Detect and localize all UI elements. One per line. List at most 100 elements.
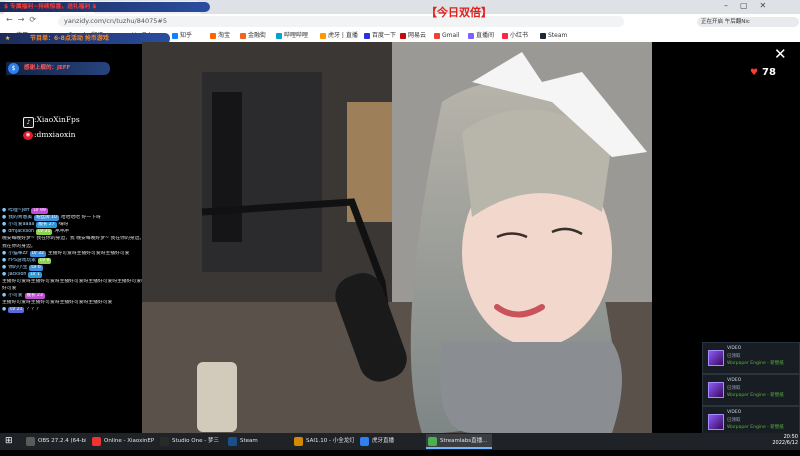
bookmark-label: Steam (548, 32, 568, 39)
chat-badge: LV 8 (38, 257, 52, 264)
user-avatar-icon: ● (2, 257, 7, 263)
dollar-icon: $ (8, 63, 19, 74)
taskbar-app-icon (26, 437, 35, 446)
bookmark-label: Gmail (442, 32, 460, 39)
bookmark-favicon-icon (172, 32, 178, 39)
taskbar-app-icon (92, 437, 101, 446)
chat-text: 主播好可爱呀主播好可爱呀主播好可爱呀主播好可爱 (2, 300, 113, 306)
notification-line2: 已领取 (727, 354, 741, 359)
bookmark-favicon-icon (502, 32, 508, 39)
promo-text: 【今日双倍】 (426, 6, 492, 19)
bookmark-label: 虎牙 | 直播 (328, 32, 358, 39)
bookmark-label: 知乎 (180, 32, 193, 39)
chat-message: 晚安每晚好梦~ 我在你的身边，我 晚安每晚好梦~ 我在你的身边。 (2, 236, 142, 242)
tiktok-handle: :XiaoXinFps (34, 115, 80, 124)
windows-start-icon[interactable]: ⊞ (5, 436, 13, 446)
taskbar-item-label: SAI1.10 - 小全龙灯... (306, 438, 354, 444)
chat-message: ● 我的青春美 粉丝牌 10 哈哈哈哈 好一下呀 (2, 215, 142, 222)
steam-notification[interactable]: VIDEO 已领取 Warpaper Engine - 新壁纸 (702, 374, 800, 406)
bookmark-11[interactable]: 直播间 (468, 31, 494, 41)
bookmark-3[interactable]: 知乎 (172, 31, 192, 41)
profile-chip[interactable]: 正在开启 午后翻Nic (697, 17, 799, 27)
window-controls[interactable]: –▢✕ (724, 1, 778, 10)
bookmark-label: 哔哩哔哩 (284, 32, 309, 39)
banner-thanks-text: 感谢上舰的：JEFF (24, 65, 71, 71)
bookmark-12[interactable]: 小红书 (502, 31, 528, 41)
steam-notification[interactable]: VIDEO 已领取 Warpaper Engine - 新壁纸 (702, 342, 800, 374)
user-avatar-icon: ● (2, 293, 7, 299)
taskbar-item-label: Steam (240, 438, 258, 444)
notification-avatar-icon (708, 350, 724, 366)
bookmark-favicon-icon (210, 32, 216, 39)
chat-message: ● 小猫咪zz LV 32 主播好可爱呀主播好可爱呀主播好可爱 (2, 250, 142, 257)
address-bar[interactable]: yanzidy.com/cn/tuzhu/84075#5 (58, 16, 624, 27)
clock[interactable]: 20:50 2022/6/12 (772, 434, 798, 446)
chat-message: ● 小可爱aaaa 舰长 27 嗨呀 (2, 222, 142, 229)
chat-username[interactable]: Jackson (8, 272, 26, 277)
bookmark-7[interactable]: 虎牙 | 直播 (320, 31, 358, 41)
chat-message: ● 小可爱 舰长 23 (2, 293, 142, 300)
chat-username[interactable]: 小可爱 (8, 293, 22, 298)
chat-username[interactable]: dmjackson (8, 229, 34, 234)
bookmark-4[interactable]: 淘宝 (210, 31, 230, 41)
bookmark-favicon-icon (240, 32, 246, 39)
taskbar-item[interactable]: 虎牙直播 (358, 434, 420, 449)
bookmark-6[interactable]: 哔哩哔哩 (276, 31, 308, 41)
banner-welfare-text: $ 专属福利~持续惊喜，送礼福利 $ (4, 4, 97, 10)
heart-count: 78 (762, 67, 776, 78)
banner-thanks: $ 感谢上舰的：JEFF (6, 62, 110, 75)
chat-badge: 粉丝牌 10 (34, 215, 59, 222)
notification-title: VIDEO (727, 346, 742, 351)
taskbar-item[interactable]: OBS 27.2.4 (64-bit) (24, 434, 86, 449)
chat-text: 主播好可爱呀主播好可爱呀主播好可爱 (47, 250, 130, 256)
stream-video (142, 42, 652, 433)
chat-badge: 舰长 27 (36, 222, 57, 229)
chat-badge: LV 21 (36, 229, 53, 236)
user-avatar-icon: ● (2, 250, 7, 256)
chat-username[interactable]: 我的青春美 (8, 215, 32, 220)
user-avatar-icon: ● (2, 208, 7, 213)
chat-text: 嗨呀 (58, 222, 69, 228)
taskbar-item[interactable]: Streamlabs直播... (426, 434, 492, 449)
close-icon[interactable]: ✕ (774, 45, 787, 63)
bookmark-9[interactable]: 网易云 (400, 31, 426, 41)
taskbar-item[interactable]: SAI1.10 - 小全龙灯... (292, 434, 354, 449)
notification-line3: Warpaper Engine - 新壁纸 (727, 361, 784, 366)
bookmark-label: 直播间 (476, 32, 495, 39)
chat-username[interactable]: FPS游戏玩家 (8, 258, 36, 263)
user-avatar-icon: ● (2, 222, 7, 228)
chat-text: 好可爱 (2, 286, 17, 292)
stream-frame (142, 42, 652, 433)
chat-username[interactable]: 小可爱aaaa (8, 222, 34, 227)
bookmark-label: 百度一下 (372, 32, 397, 39)
bookmark-favicon-icon (320, 32, 326, 39)
taskbar-item[interactable]: Online - XiaoxinEPS (90, 434, 154, 449)
bookmark-8[interactable]: 百度一下 (364, 31, 396, 41)
nav-buttons[interactable]: ←→⟳ (6, 15, 41, 24)
chat-username[interactable]: 你的小宝 (8, 265, 27, 270)
chat-text: 主播好可爱呀主播好可爱呀主播好可爱呀主播好可爱呀主播好可爱呀主播 (2, 279, 142, 284)
chat-badge: LV 99 (31, 208, 48, 214)
chat-message: 主播好可爱呀主播好可爱呀主播好可爱呀主播好可爱呀主播好可爱呀主播 (2, 279, 142, 285)
taskbar-app-icon (294, 437, 303, 446)
notification-title: VIDEO (727, 410, 742, 415)
taskbar-item[interactable]: Studio One - 梦三 (158, 434, 222, 449)
chat-badge: LV 1 (28, 271, 42, 278)
chat-username[interactable]: 哔哩~Jeff (8, 208, 29, 213)
chat-message: ● dmjackson LV 21 冲冲冲 (2, 229, 142, 236)
taskbar-item[interactable]: Steam (226, 434, 288, 449)
bookmark-13[interactable]: Steam (540, 31, 567, 41)
chat-message: 好可爱 (2, 286, 142, 292)
bookmark-label: 小红书 (510, 32, 529, 39)
chat-message: 主播好可爱呀主播好可爱呀主播好可爱呀主播好可爱 (2, 300, 142, 306)
chat-text: 哈哈哈哈 好一下呀 (60, 215, 101, 221)
heart-icon: ♥ (750, 68, 759, 78)
taskbar-item-label: OBS 27.2.4 (64-bit) (38, 438, 86, 444)
banner-schedule-text: 节目单：6-8点活动 抢币游戏 (30, 35, 109, 42)
bookmark-10[interactable]: Gmail (434, 31, 460, 41)
chat-username[interactable]: 小猫咪zz (8, 251, 27, 256)
taskbar-app-icon (160, 437, 169, 446)
bookmark-5[interactable]: 金融街 (240, 31, 266, 41)
taskbar-item-label: Online - XiaoxinEPS (104, 438, 154, 444)
user-avatar-icon: ● (2, 307, 7, 313)
